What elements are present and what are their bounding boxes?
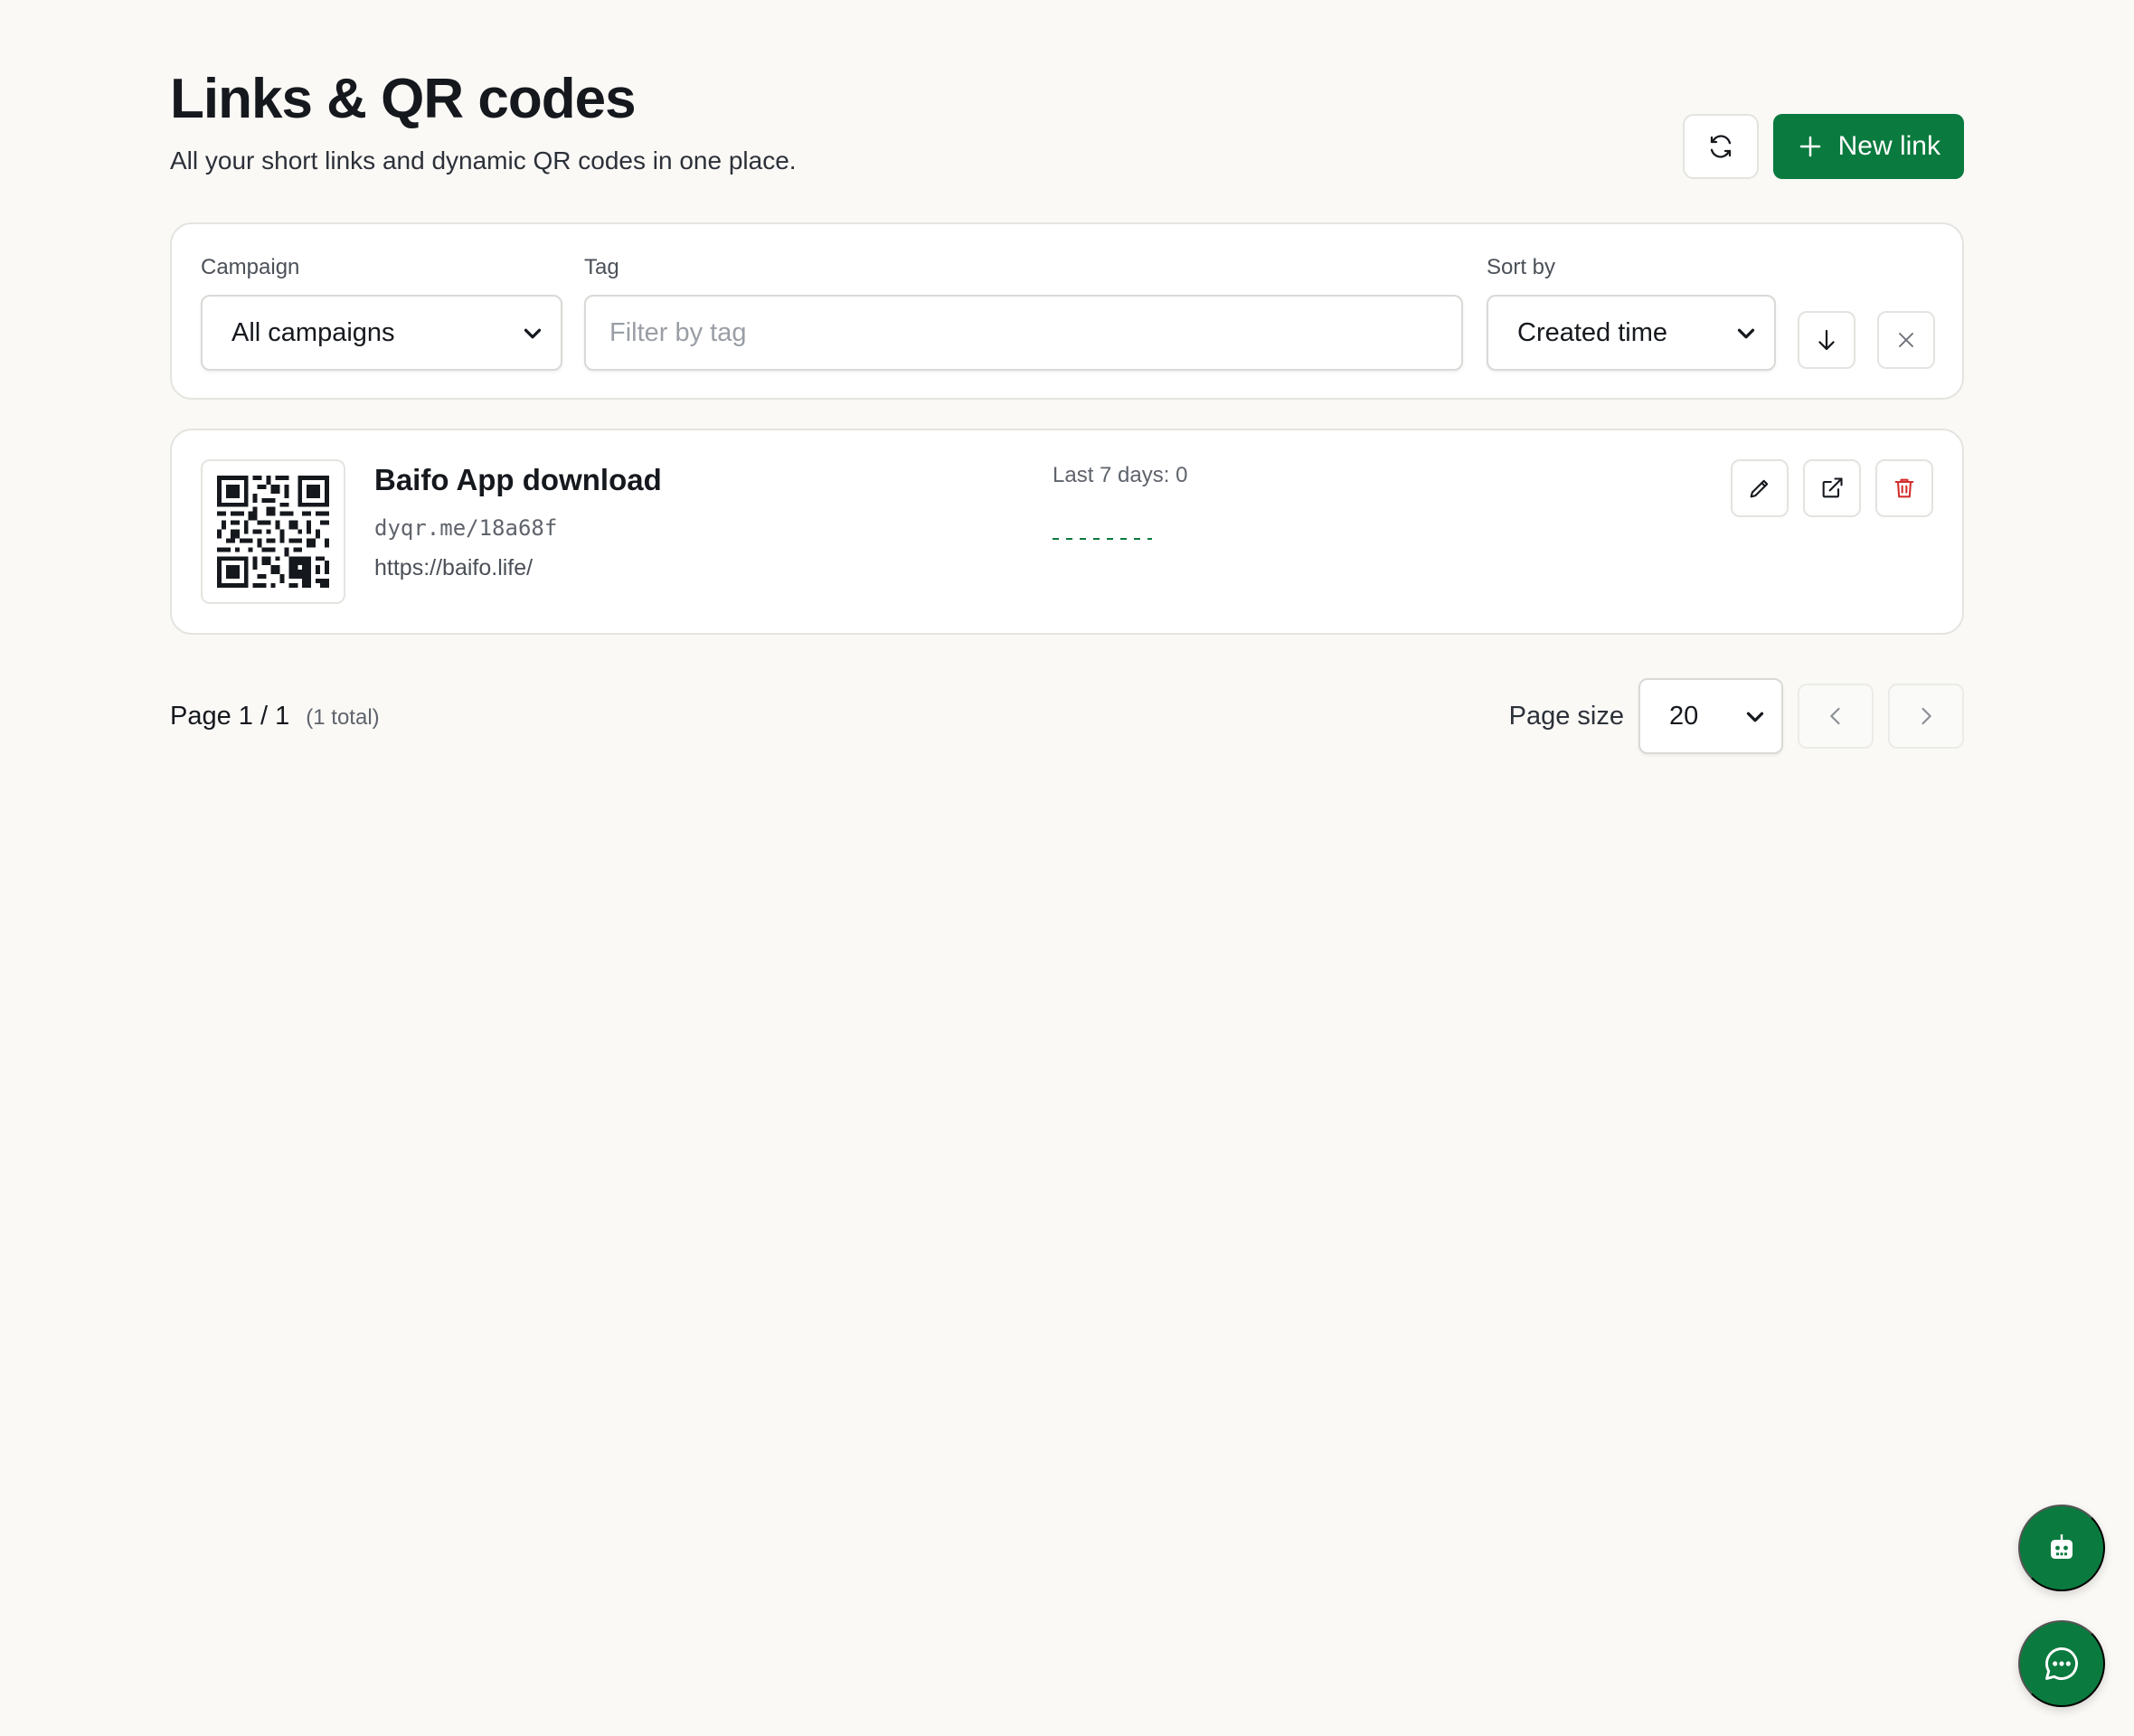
page-header: Links & QR codes All your short links an…	[170, 67, 1964, 184]
chevron-down-icon	[524, 328, 542, 339]
chat-icon	[2045, 1647, 2078, 1680]
page-text: Page 1 / 1	[170, 702, 290, 731]
pencil-icon	[1750, 479, 1769, 498]
prev-page-button[interactable]	[1798, 684, 1874, 749]
tag-label: Tag	[584, 255, 619, 279]
sort-value: Created time	[1517, 317, 1668, 347]
qr-code[interactable]	[201, 459, 345, 604]
chat-button[interactable]	[2018, 1620, 2105, 1707]
chevron-right-icon	[1922, 707, 1931, 725]
chevron-down-icon	[1737, 328, 1755, 339]
next-page-button[interactable]	[1888, 684, 1964, 749]
tag-placeholder: Filter by tag	[609, 317, 747, 347]
new-link-button[interactable]: New link	[1772, 114, 1964, 179]
delete-button[interactable]	[1875, 459, 1933, 517]
page-subtitle: All your short links and dynamic QR code…	[170, 146, 797, 175]
refresh-button[interactable]	[1682, 114, 1759, 179]
sort-label: Sort by	[1487, 255, 1556, 279]
header-actions: New link	[1682, 114, 1964, 179]
filter-bar: Campaign All campaigns Tag Filter by tag…	[170, 222, 1964, 400]
campaign-label: Campaign	[201, 255, 300, 279]
new-link-label: New link	[1837, 131, 1940, 161]
target-url[interactable]: https://baifo.life/	[374, 555, 533, 581]
arrow-down-icon	[1818, 329, 1835, 351]
plus-icon	[1799, 136, 1820, 157]
open-link-button[interactable]	[1803, 459, 1861, 517]
sparkline	[1053, 538, 1152, 540]
tag-input[interactable]: Filter by tag	[584, 295, 1463, 371]
campaign-value: All campaigns	[231, 317, 395, 347]
trash-icon	[1894, 478, 1914, 498]
refresh-icon	[1710, 135, 1731, 158]
page-size-value: 20	[1669, 701, 1699, 731]
robot-icon	[2051, 1534, 2073, 1559]
edit-button[interactable]	[1731, 459, 1789, 517]
page-total: (1 total)	[306, 705, 380, 730]
external-link-icon	[1822, 477, 1843, 498]
close-icon	[1899, 333, 1913, 347]
stats-label: Last 7 days: 0	[1053, 463, 1188, 487]
page-size-select[interactable]: 20	[1638, 678, 1783, 754]
clear-filters-button[interactable]	[1877, 311, 1935, 369]
link-title: Baifo App download	[374, 463, 662, 496]
page-info: Page 1 / 1 (1 total)	[170, 702, 380, 731]
sort-select[interactable]: Created time	[1487, 295, 1776, 371]
sort-direction-button[interactable]	[1798, 311, 1855, 369]
page-title: Links & QR codes	[170, 68, 637, 130]
page-size-label: Page size	[1508, 702, 1624, 731]
pagination: Page 1 / 1 (1 total) Page size 20	[170, 678, 1964, 754]
chevron-down-icon	[1746, 712, 1764, 722]
link-actions	[1731, 459, 1933, 517]
short-url[interactable]: dyqr.me/18a68f	[374, 515, 557, 541]
chevron-left-icon	[1830, 707, 1840, 725]
page: Links & QR codes All your short links an…	[0, 0, 2134, 1736]
assistant-button[interactable]	[2018, 1505, 2105, 1591]
campaign-select[interactable]: All campaigns	[201, 295, 562, 371]
link-card: Baifo App download dyqr.me/18a68f https:…	[170, 429, 1964, 635]
qr-code-image	[217, 476, 329, 588]
